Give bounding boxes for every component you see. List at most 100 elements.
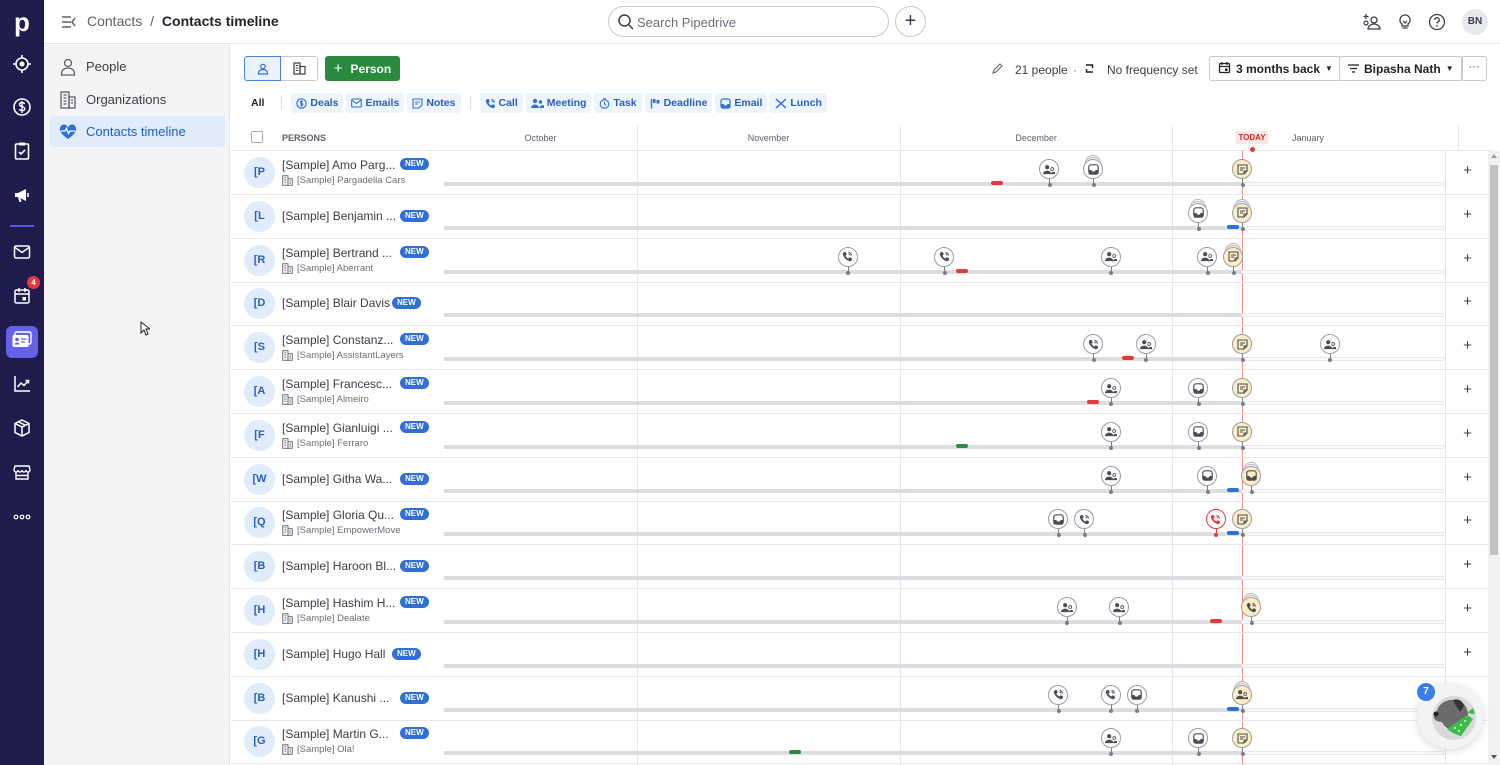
subnav-item-organizations[interactable]: Organizations xyxy=(50,84,225,115)
person-avatar[interactable]: [A xyxy=(244,376,275,407)
email-activity-icon[interactable] xyxy=(1188,728,1209,757)
deal-marker-red[interactable] xyxy=(1122,356,1135,361)
deal-marker-blue[interactable] xyxy=(1227,706,1240,711)
meeting-activity-icon[interactable] xyxy=(1100,728,1121,757)
person-avatar[interactable]: [F xyxy=(244,419,275,451)
add-person-button[interactable]: + Person xyxy=(325,56,400,81)
lightbulb-icon[interactable] xyxy=(1395,12,1415,32)
person-avatar[interactable]: [G xyxy=(244,726,275,758)
meeting-activity-icon[interactable] xyxy=(1039,159,1060,187)
deal-marker-blue[interactable] xyxy=(1227,531,1240,536)
email-activity-icon[interactable] xyxy=(1126,684,1147,713)
meeting-activity-icon[interactable] xyxy=(1100,465,1121,494)
collapse-menu-icon[interactable] xyxy=(60,13,78,31)
email-activity-icon[interactable] xyxy=(1083,159,1104,187)
person-avatar[interactable]: [B xyxy=(244,551,275,583)
person-name[interactable]: [Sample] Haroon Bl... xyxy=(282,559,396,573)
person-name[interactable]: [Sample] Githa Wa... xyxy=(282,472,392,486)
search-input[interactable] xyxy=(637,13,877,31)
pipedrive-logo[interactable]: p xyxy=(0,4,44,40)
email-activity-icon[interactable] xyxy=(1188,378,1209,406)
person-name[interactable]: [Sample] Kanushi ... xyxy=(282,691,389,705)
person-name[interactable]: [Sample] Martin G... xyxy=(282,727,389,741)
add-activity-button[interactable]: + xyxy=(1445,457,1489,502)
add-activity-button[interactable]: + xyxy=(1445,151,1489,195)
call-activity-icon[interactable] xyxy=(1205,509,1226,538)
filter-chip-lunch[interactable]: Lunch xyxy=(770,93,827,113)
deal-marker-red[interactable] xyxy=(955,268,968,273)
person-avatar[interactable]: [W xyxy=(244,463,275,495)
add-activity-button[interactable]: + xyxy=(1445,238,1489,283)
owner-filter-dropdown[interactable]: Bipasha Nath ▼ xyxy=(1339,56,1463,81)
note-activity-icon[interactable] xyxy=(1232,509,1253,538)
person-name[interactable]: [Sample] Blair Davis xyxy=(282,296,390,310)
filter-chip-email[interactable]: Email xyxy=(715,93,768,113)
add-activity-button[interactable]: + xyxy=(1445,326,1489,371)
rail-item-products[interactable] xyxy=(6,414,38,446)
subnav-item-contacts-timeline[interactable]: Contacts timeline xyxy=(50,116,225,147)
assistant-launcher[interactable]: 7 xyxy=(1417,683,1483,749)
call-activity-icon[interactable] xyxy=(1100,684,1121,713)
person-avatar[interactable]: [L xyxy=(244,200,275,232)
people-view-toggle[interactable] xyxy=(244,56,281,81)
note-activity-icon[interactable] xyxy=(1232,421,1253,450)
email-activity-icon[interactable] xyxy=(1197,465,1218,494)
organization-link[interactable]: [Sample] Pargadella Cars xyxy=(282,175,405,186)
meeting-activity-icon[interactable] xyxy=(1135,334,1156,363)
deal-marker-blue[interactable] xyxy=(1227,487,1240,492)
organization-link[interactable]: [Sample] Almeiro xyxy=(282,394,369,405)
rail-item-campaigns[interactable] xyxy=(6,181,38,213)
vertical-scrollbar[interactable] xyxy=(1488,151,1500,765)
rail-item-marketplace[interactable] xyxy=(6,458,38,490)
person-name[interactable]: [Sample] Gloria Qu... xyxy=(282,508,394,522)
deal-marker-red[interactable] xyxy=(1209,619,1222,623)
note-activity-icon[interactable] xyxy=(1232,728,1253,757)
email-activity-icon[interactable] xyxy=(1048,509,1069,538)
select-all-checkbox[interactable] xyxy=(251,131,263,143)
deal-marker-green[interactable] xyxy=(788,750,801,755)
call-activity-icon[interactable] xyxy=(1241,597,1262,625)
person-avatar[interactable]: [H xyxy=(244,595,275,626)
person-name[interactable]: [Sample] Francesc... xyxy=(282,377,392,391)
meeting-activity-icon[interactable] xyxy=(1100,246,1121,275)
rail-item-mail[interactable] xyxy=(6,238,38,270)
organizations-view-toggle[interactable] xyxy=(281,56,318,81)
person-name[interactable]: [Sample] Constanz... xyxy=(282,333,393,347)
add-activity-button[interactable]: + xyxy=(1445,194,1489,239)
rail-item-insights[interactable] xyxy=(6,370,38,402)
add-activity-button[interactable]: + xyxy=(1445,370,1489,414)
add-activity-button[interactable]: + xyxy=(1445,413,1489,458)
organization-link[interactable]: [Sample] Aberrant xyxy=(282,263,373,274)
person-avatar[interactable]: [D xyxy=(244,288,275,320)
person-avatar[interactable]: [S xyxy=(244,332,275,364)
filter-chip-notes[interactable]: Notes xyxy=(407,93,461,113)
meeting-activity-icon[interactable] xyxy=(1319,334,1340,363)
deal-marker-green[interactable] xyxy=(955,443,968,448)
note-activity-icon[interactable] xyxy=(1232,159,1253,187)
filter-chip-call[interactable]: Call xyxy=(479,93,523,113)
rail-item-leads[interactable] xyxy=(6,50,38,82)
organization-link[interactable]: [Sample] EmpowerMove xyxy=(282,525,400,536)
organization-link[interactable]: [Sample] AssistantLayers xyxy=(282,350,404,361)
note-activity-icon[interactable] xyxy=(1232,334,1253,363)
rail-item-deals[interactable] xyxy=(6,93,38,125)
add-activity-button[interactable]: + xyxy=(1445,501,1489,546)
filter-all[interactable]: All xyxy=(244,97,272,109)
filter-chip-meeting[interactable]: Meeting xyxy=(525,93,592,113)
subnav-item-people[interactable]: People xyxy=(50,51,225,82)
filter-chip-emails[interactable]: Emails xyxy=(346,93,405,113)
filter-chip-deals[interactable]: Deals xyxy=(291,93,344,113)
organization-link[interactable]: [Sample] Ferraro xyxy=(282,438,368,449)
add-activity-button[interactable]: + xyxy=(1445,589,1489,633)
person-avatar[interactable]: [P xyxy=(244,157,275,188)
help-icon[interactable] xyxy=(1427,12,1447,32)
call-activity-icon[interactable] xyxy=(934,246,954,275)
call-activity-icon[interactable] xyxy=(1083,334,1104,363)
meeting-activity-icon[interactable] xyxy=(1056,597,1077,625)
frequency-setting[interactable]: · No frequency set xyxy=(1073,62,1198,78)
note-activity-icon[interactable] xyxy=(1223,246,1244,275)
email-activity-icon[interactable] xyxy=(1241,465,1262,494)
more-options-button[interactable]: ··· xyxy=(1461,56,1487,81)
meeting-activity-icon[interactable] xyxy=(1100,378,1121,406)
add-activity-button[interactable]: + xyxy=(1445,632,1489,677)
